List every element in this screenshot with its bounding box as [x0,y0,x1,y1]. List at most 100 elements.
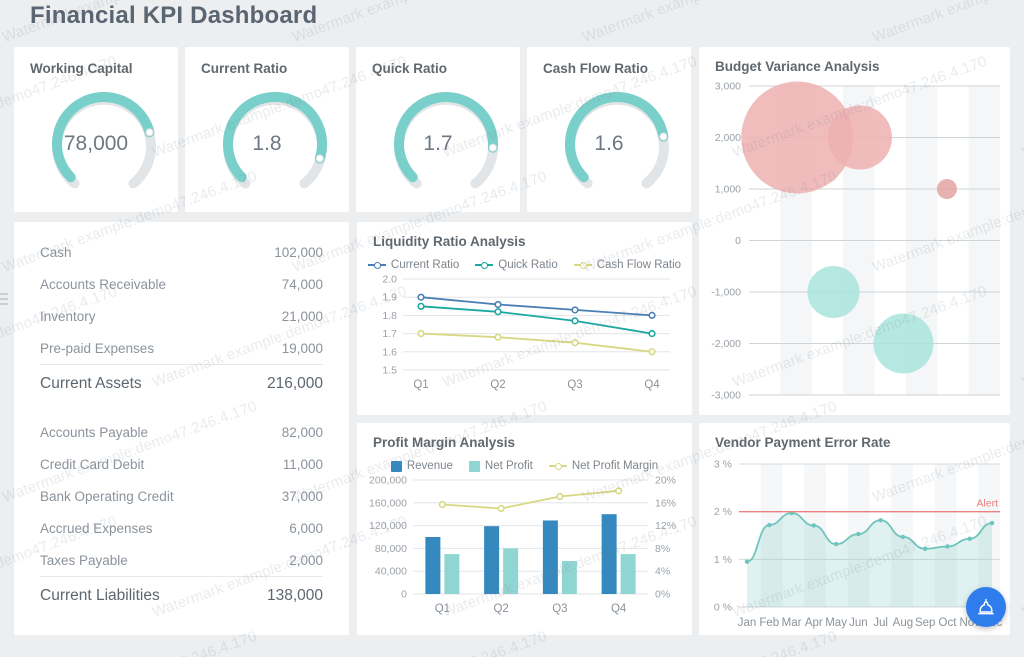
y-tick-label: -3,000 [711,390,741,402]
legend-item-net-profit[interactable]: Net Profit [468,460,533,472]
data-point [900,534,906,540]
legend-item-cash-flow-ratio[interactable]: Cash Flow Ratio [573,259,681,271]
bar-revenue[interactable] [601,514,617,594]
legend-item-current-ratio[interactable]: Current Ratio [367,259,460,271]
line-marker-icon [367,261,386,269]
panel-drag-handle[interactable] [0,286,8,312]
bar-net-profit[interactable] [620,554,636,594]
bar-net-profit[interactable] [444,554,460,594]
x-tick-label: Q1 [435,603,450,615]
bubble-point[interactable] [828,105,893,170]
balance-sheet-card: Cash 102,000 Accounts Receivable 74,000 Inve… [14,222,349,635]
data-point [571,317,579,325]
bubble-point[interactable] [873,313,934,374]
balance-total-label: Current Liabilities [40,586,160,604]
data-point [945,544,950,549]
y-tick-label: 1.6 [382,346,397,358]
chart-title: Liquidity Ratio Analysis [373,234,526,249]
balance-row-label: Accrued Expenses [40,520,153,536]
balance-row-label: Taxes Payable [40,552,128,568]
x-tick-label: Jul [873,617,888,629]
balance-row-value: 82,000 [281,424,323,440]
square-marker-icon [390,460,402,472]
balance-row-label: Credit Card Debit [40,456,145,472]
y-tick-label: 200,000 [369,475,407,487]
x-tick-label: Q2 [490,379,505,391]
x-tick-label: Apr [805,617,823,629]
balance-row-value: 21,000 [281,308,323,324]
legend-label: Current Ratio [390,259,460,271]
data-point [744,559,750,564]
kpi-card-cash-flow-ratio[interactable]: Cash Flow Ratio 1.6 [527,47,691,212]
x-tick-label: Q1 [413,379,428,391]
y-tick-label: 3,000 [715,81,741,93]
liquidity-chart-card: Liquidity Ratio Analysis Current Ratio Q… [357,222,692,415]
balance-row-liability: Accounts Payable 82,000 [40,416,323,448]
data-point [494,300,502,309]
handle-bar [0,293,8,295]
balance-row-liability: Credit Card Debit 11,000 [40,448,323,480]
legend-label: Quick Ratio [498,259,558,271]
alarm-fab-button[interactable] [966,587,1006,627]
y-tick-label: 80,000 [375,543,407,555]
x-tick-label: Aug [893,617,913,629]
line-marker-icon [548,462,567,470]
balance-total-liability: Current Liabilities 138,000 [40,576,323,614]
balance-row-value: 37,000 [281,488,323,504]
balance-row-liability: Accrued Expenses 6,000 [40,512,323,544]
y-tick-label: 1.8 [382,310,397,322]
data-point [967,536,972,542]
y-tick-label: 0 [401,589,407,601]
data-point [571,306,579,314]
legend-label: Net Profit [484,460,533,472]
y-tick-label: 3 % [714,459,732,471]
data-point [648,329,656,338]
data-point [556,492,564,501]
y-tick-label: 2,000 [715,132,741,144]
balance-total-value: 138,000 [266,586,323,604]
legend-item-net-profit-margin[interactable]: Net Profit Margin [548,460,659,472]
data-point [417,302,425,310]
kpi-card-title: Cash Flow Ratio [543,61,649,76]
bar-revenue[interactable] [425,537,441,594]
budget-variance-plot: 3,000 2,000 1,000 0 -1,000 -2,000 -3,000 [711,81,1000,402]
data-point [497,504,505,513]
alarm-icon [978,598,994,615]
data-point [833,541,839,547]
balance-row-asset: Pre-paid Expenses 19,000 [40,332,323,364]
balance-row-value: 6,000 [289,520,323,536]
data-point [811,523,817,528]
kpi-card-working-capital[interactable]: Working Capital 78,000 [14,47,178,212]
x-tick-label: Jan [738,617,757,629]
handle-bar [0,303,8,305]
x-tick-label: Mar [782,617,802,629]
balance-row-value: 11,000 [282,456,323,472]
balance-row-value: 2,000 [289,552,323,568]
balance-row-label: Pre-paid Expenses [40,340,155,356]
x-tick-label: May [825,617,847,629]
series-line [420,296,653,317]
y-tick-label: 2.0 [382,274,397,286]
bar-revenue[interactable] [484,526,500,594]
bar-net-profit[interactable] [561,560,577,594]
kpi-card-quick-ratio[interactable]: Quick Ratio 1.7 [356,47,520,212]
bar-revenue[interactable] [542,520,558,594]
kpi-card-current-ratio[interactable]: Current Ratio 1.8 [185,47,349,212]
profit-margin-card: Profit Margin Analysis Revenue Net Profi… [357,423,692,635]
legend-item-quick-ratio[interactable]: Quick Ratio [475,259,558,271]
legend-item-revenue[interactable]: Revenue [390,460,453,472]
watermark-text: Watermark example:demo47.246.4.170 [870,0,1024,46]
x-tick-label: Q3 [567,379,582,391]
kpi-value: 1.6 [594,132,624,155]
liquidity-plot: 2.0 1.9 1.8 1.7 1.6 1.5 Q1 Q2 Q3 Q4 [382,274,670,391]
y2-tick-label: 8% [655,543,670,555]
bar-net-profit[interactable] [503,548,519,594]
legend-label: Net Profit Margin [571,460,659,472]
balance-row-asset: Inventory 21,000 [40,300,323,332]
bubble-point[interactable] [807,266,860,318]
bubble-point[interactable] [936,179,957,199]
y-tick-label: -1,000 [711,287,741,299]
y2-tick-label: 12% [655,520,676,532]
legend-label: Revenue [406,460,453,472]
